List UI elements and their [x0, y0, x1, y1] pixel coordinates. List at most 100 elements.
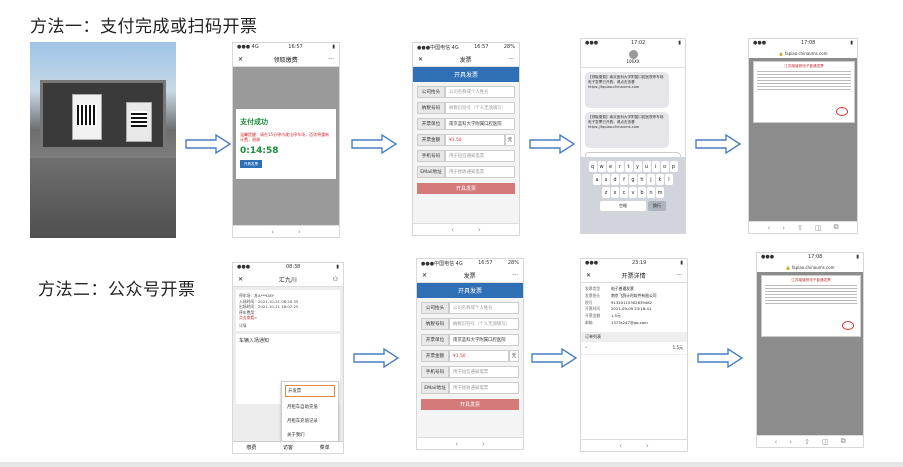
pay-success-card: 支付成功 温馨提醒：请在15分钟内驶出停车场，否则将重新计费，谢谢 0:14:5… — [236, 109, 336, 179]
flow-arrow-3 — [529, 134, 576, 154]
key-w[interactable]: w — [597, 161, 606, 172]
forward-icon[interactable]: › — [782, 224, 785, 232]
seal-stamp — [842, 321, 854, 330]
field-label-amount: 开票金额 — [417, 134, 445, 146]
key-l[interactable]: l — [665, 174, 673, 185]
bottom-menu-more[interactable]: 菜单 — [320, 444, 330, 451]
back-icon[interactable]: ‹ — [767, 224, 770, 232]
bottom-menu-pay[interactable]: 缴费 — [246, 444, 256, 451]
key-y[interactable]: y — [633, 161, 642, 172]
forward-icon[interactable]: › — [482, 440, 485, 448]
key-d[interactable]: d — [611, 174, 619, 185]
submit-invoice-button[interactable]: 开具发票 — [421, 399, 519, 410]
detail-key: 税号 — [585, 299, 593, 305]
key-k[interactable]: k — [656, 174, 664, 185]
key-q[interactable]: q — [588, 161, 597, 172]
amount-value: ¥1.50 — [449, 350, 509, 362]
detail-row: 邮箱 1373s247@qq.com — [585, 320, 683, 327]
key-n[interactable]: n — [647, 187, 655, 198]
detail-key: 开票时间 — [585, 306, 601, 312]
key-s[interactable]: s — [602, 174, 610, 185]
phone-pay-success: ●●● 4G 16:57 ▮ ✕ 领取缴费 ··· 支付成功 温馨提醒：请在15分钟内驶… — [232, 42, 340, 238]
company-input[interactable]: 公司名称或个人姓名 — [445, 86, 515, 98]
key-e[interactable]: e — [606, 161, 615, 172]
menu-item-invoice[interactable]: 开发票 — [285, 385, 335, 397]
key-p[interactable]: p — [669, 161, 678, 172]
key-u[interactable]: u — [642, 161, 651, 172]
email-input[interactable]: 用于接收通知电票 — [445, 166, 515, 178]
share-icon[interactable]: ⇧ — [797, 224, 803, 232]
amount-unit: 元 — [505, 134, 515, 146]
menu-item-recharge-record[interactable]: 月租车充值记录 — [282, 414, 338, 428]
back-icon[interactable]: ‹ — [271, 228, 274, 236]
keyboard: qwertyuiop asdfghjkl zxcvbnm 空格 换行 — [581, 157, 685, 233]
url-bar[interactable]: 🔒 fapiao.chinaums.com — [757, 263, 863, 272]
key-a[interactable]: a — [593, 174, 601, 185]
tax-number-input[interactable]: 纳税识别号（个人无须填写） — [449, 318, 519, 330]
key-r[interactable]: r — [615, 161, 624, 172]
flow-arrow-7 — [697, 348, 744, 368]
forward-icon[interactable]: › — [789, 438, 792, 446]
order-row[interactable]: • 1.5元 — [581, 342, 687, 355]
phone-pdf-2: ●●● 17:08 ▮ 🔒 fapiao.chinaums.com 江苏增值税电子普… — [756, 252, 864, 448]
back-icon[interactable]: ‹ — [455, 440, 458, 448]
back-icon[interactable]: ‹ — [451, 226, 454, 234]
key-o[interactable]: o — [660, 161, 669, 172]
key-v[interactable]: v — [629, 187, 637, 198]
more-icon[interactable]: ··· — [512, 272, 518, 279]
key-m[interactable]: m — [656, 187, 664, 198]
key-j[interactable]: j — [647, 174, 655, 185]
key-x[interactable]: x — [611, 187, 619, 198]
menu-item-monthly-recharge[interactable]: 月租车自助充值 — [282, 400, 338, 414]
bottom-menu-visitor[interactable]: 访客 — [283, 444, 293, 451]
forward-icon[interactable]: › — [646, 442, 649, 450]
key-z[interactable]: z — [602, 187, 610, 198]
back-icon[interactable]: ‹ — [774, 438, 777, 446]
url-bar[interactable]: 🔒 fapiao.chinaums.com — [749, 49, 857, 58]
more-icon[interactable]: ··· — [676, 272, 682, 279]
detail-link[interactable]: 详情 — [239, 323, 337, 329]
tabs-icon[interactable]: ⧉ — [841, 437, 846, 446]
phone-input[interactable]: 用于短信通知电票 — [449, 366, 519, 378]
detail-key: 发票抬头 — [585, 292, 601, 298]
space-key[interactable]: 空格 — [600, 201, 646, 211]
menu-item-about[interactable]: 关于我们 — [282, 428, 338, 442]
click-view-link[interactable]: 点击查看> — [239, 315, 337, 321]
field-label-issuer: 开票单位 — [417, 118, 445, 130]
key-t[interactable]: t — [624, 161, 633, 172]
forward-icon[interactable]: › — [478, 226, 481, 234]
key-g[interactable]: g — [629, 174, 637, 185]
key-i[interactable]: i — [651, 161, 660, 172]
company-input[interactable]: 公司名称或个人姓名 — [449, 302, 519, 314]
phone-input[interactable]: 用于短信通知电票 — [445, 150, 515, 162]
email-input[interactable]: 用于接收通知电票 — [449, 382, 519, 394]
field-label-company: 公司抬头 — [417, 86, 445, 98]
back-icon[interactable]: ‹ — [619, 442, 622, 450]
submit-invoice-button[interactable]: 开具发票 — [417, 183, 515, 194]
order-amount: 1.5元 — [672, 344, 683, 350]
tabs-icon[interactable]: ⧉ — [834, 223, 839, 232]
avatar — [628, 50, 638, 59]
profile-icon[interactable]: ⚇ — [333, 276, 338, 283]
invoice-button[interactable]: 开具发票 — [240, 160, 262, 169]
bookmark-icon[interactable]: ◫ — [815, 224, 822, 232]
sms-header: 106XX — [581, 50, 685, 68]
bookmark-icon[interactable]: ◫ — [822, 438, 829, 446]
more-icon[interactable]: ··· — [328, 56, 334, 63]
field-label-company: 公司抬头 — [421, 302, 449, 314]
tax-number-input[interactable]: 纳税识别号（个人无须填写） — [445, 102, 515, 114]
account-menu-popup: 开发票 月租车自助充值 月租车充值记录 关于我们 — [281, 381, 339, 443]
key-h[interactable]: h — [638, 174, 646, 185]
key-b[interactable]: b — [638, 187, 646, 198]
phone-pdf-1: ●●● 17:08 ▮ 🔒 fapiao.chinaums.com 江苏增值税电子普… — [748, 38, 858, 234]
key-c[interactable]: c — [620, 187, 628, 198]
detail-value: 1373s247@qq.com — [611, 320, 648, 326]
more-icon[interactable]: ··· — [508, 56, 514, 63]
share-icon[interactable]: ⇧ — [804, 438, 810, 446]
forward-icon[interactable]: › — [298, 228, 301, 236]
key-f[interactable]: f — [620, 174, 628, 185]
detail-row: 开票金额 1.5元 — [585, 313, 683, 320]
detail-value: 1.5元 — [611, 313, 621, 319]
field-label-phone: 手机号码 — [417, 150, 445, 162]
return-key[interactable]: 换行 — [648, 201, 666, 211]
